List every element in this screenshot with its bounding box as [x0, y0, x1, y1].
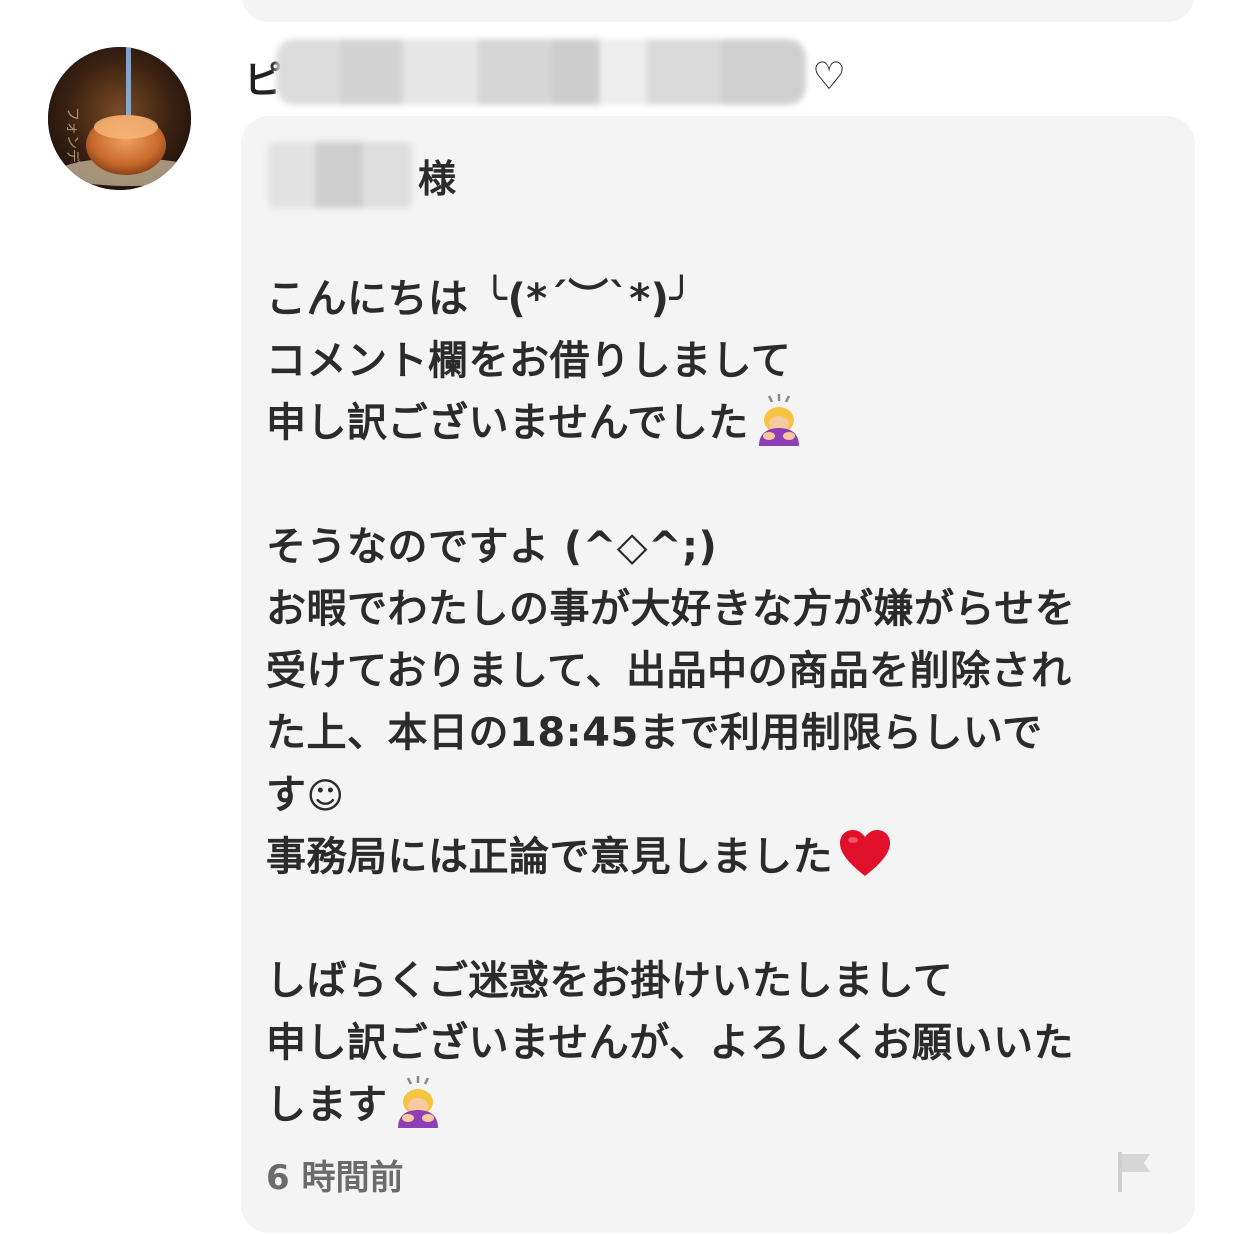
message-line: こんにちは ╰(*´︶`*)╯: [266, 276, 694, 322]
message-line-text: 事務局には正論で意見しました: [266, 834, 833, 880]
report-button[interactable]: [1114, 1150, 1154, 1194]
message-line-text: します: [266, 1082, 388, 1128]
comment-addressee: 様: [268, 142, 457, 208]
message-line: お暇でわたしの事が大好きな方が嫌がらせを: [266, 586, 1076, 632]
comment-body: こんにちは ╰(*´︶`*)╯ コメント欄をお借りしまして 申し訳ございませんで…: [266, 268, 1176, 1136]
username-redaction-mosaic: [276, 39, 807, 105]
svg-text:フォンデ: フォンデ: [64, 107, 81, 163]
message-line: コメント欄をお借りしまして: [266, 338, 792, 384]
message-line: 申し訳ございませんでした: [266, 392, 1176, 454]
message-line: 申し訳ございませんが、よろしくお願いいた: [266, 1020, 1074, 1066]
message-line: します: [266, 1074, 1176, 1136]
message-line: た上、本日の18:45まで利用制限らしいで: [266, 710, 1043, 756]
person-bowing-icon: [397, 1076, 438, 1128]
avatar-image: フォンデ: [48, 47, 191, 190]
previous-comment-bubble: [242, 0, 1194, 22]
message-line: 事務局には正論で意見しました: [266, 826, 1176, 888]
username-heart-suffix: ♡: [812, 54, 847, 98]
message-line: 受けておりまして、出品中の商品を削除され: [266, 648, 1072, 694]
comment-timestamp: 6 時間前: [266, 1158, 404, 1198]
message-line: しばらくご迷惑をお掛けいたしまして: [266, 958, 954, 1004]
message-line: す☺: [266, 764, 1176, 826]
flag-icon: [1118, 1152, 1150, 1192]
message-line-text: す: [266, 772, 307, 818]
red-heart-icon: [840, 830, 890, 876]
message-line-text: 申し訳ございませんでした: [266, 400, 749, 446]
user-avatar[interactable]: フォンデ: [48, 47, 191, 190]
comment-username[interactable]: ピ ♡: [244, 39, 847, 105]
message-line: そうなのですよ (^◇^;): [266, 524, 718, 570]
smiley-icon: ☺: [306, 776, 345, 817]
addressee-redaction-mosaic: [268, 142, 412, 208]
person-bowing-icon: [758, 394, 799, 446]
addressee-honorific: 様: [418, 156, 457, 201]
